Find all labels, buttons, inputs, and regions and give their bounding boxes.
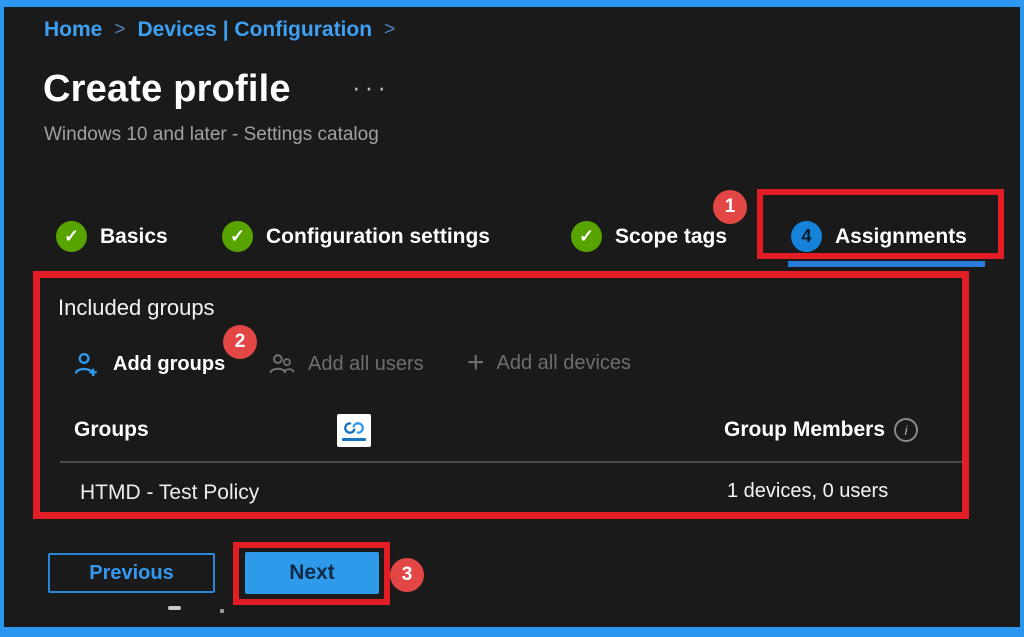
table-row-group-name[interactable]: HTMD - Test Policy	[80, 481, 259, 505]
add-groups-button[interactable]: Add groups	[72, 350, 225, 379]
add-all-users-label: Add all users	[308, 353, 424, 375]
intune-create-profile-screen: { "breadcrumb": { "home": "Home", "separ…	[0, 0, 1024, 637]
tab-configuration-settings-label: Configuration settings	[266, 224, 490, 248]
column-header-groups[interactable]: Groups	[74, 418, 149, 442]
check-icon: ✓	[56, 221, 87, 252]
people-icon	[267, 350, 296, 379]
info-icon[interactable]: i	[894, 418, 919, 442]
next-button[interactable]: Next	[245, 552, 379, 594]
htmd-community-logo	[337, 414, 371, 447]
tab-scope-tags-label: Scope tags	[615, 224, 728, 248]
plus-icon: +	[467, 346, 485, 379]
page-subtitle: Windows 10 and later - Settings catalog	[44, 124, 379, 145]
add-groups-label: Add groups	[113, 353, 226, 375]
column-header-group-members[interactable]: Group Members i	[724, 418, 919, 442]
check-icon: ✓	[571, 221, 602, 252]
previous-button[interactable]: Previous	[48, 553, 215, 593]
more-options-ellipsis-icon[interactable]: ···	[352, 72, 390, 103]
included-groups-heading: Included groups	[58, 295, 215, 320]
check-icon: ✓	[222, 221, 253, 252]
person-add-icon	[72, 350, 101, 379]
add-all-devices-button[interactable]: + Add all devices	[467, 346, 632, 379]
tab-configuration-settings[interactable]: ✓ Configuration settings	[222, 221, 490, 252]
tab-basics-label: Basics	[100, 224, 168, 248]
annotation-badge-2: 2	[223, 325, 257, 359]
tab-assignments-label: Assignments	[835, 224, 967, 248]
add-all-users-button[interactable]: Add all users	[267, 350, 424, 379]
annotation-badge-3: 3	[390, 558, 424, 592]
group-members-label: Group Members	[724, 418, 886, 441]
add-all-devices-label: Add all devices	[496, 351, 632, 374]
annotation-badge-1: 1	[713, 190, 747, 224]
tab-basics[interactable]: ✓ Basics	[56, 221, 168, 252]
table-row-group-members: 1 devices, 0 users	[727, 480, 889, 502]
step-number-badge: 4	[791, 221, 822, 252]
logo-caption-line	[342, 438, 366, 441]
breadcrumb-link-devices-configuration[interactable]: Devices | Configuration	[137, 18, 372, 42]
table-header-divider	[60, 461, 965, 463]
page-title: Create profile	[43, 68, 291, 110]
active-tab-underline	[788, 261, 985, 267]
breadcrumb: Home > Devices | Configuration >	[44, 18, 395, 42]
breadcrumb-link-home[interactable]: Home	[44, 18, 102, 42]
cutoff-text-fragment	[168, 606, 181, 610]
tab-assignments[interactable]: 4 Assignments	[791, 221, 967, 252]
breadcrumb-separator-icon: >	[114, 19, 126, 40]
tab-scope-tags[interactable]: ✓ Scope tags	[571, 221, 727, 252]
breadcrumb-separator-icon: >	[384, 19, 396, 40]
cutoff-text-fragment	[220, 609, 224, 613]
